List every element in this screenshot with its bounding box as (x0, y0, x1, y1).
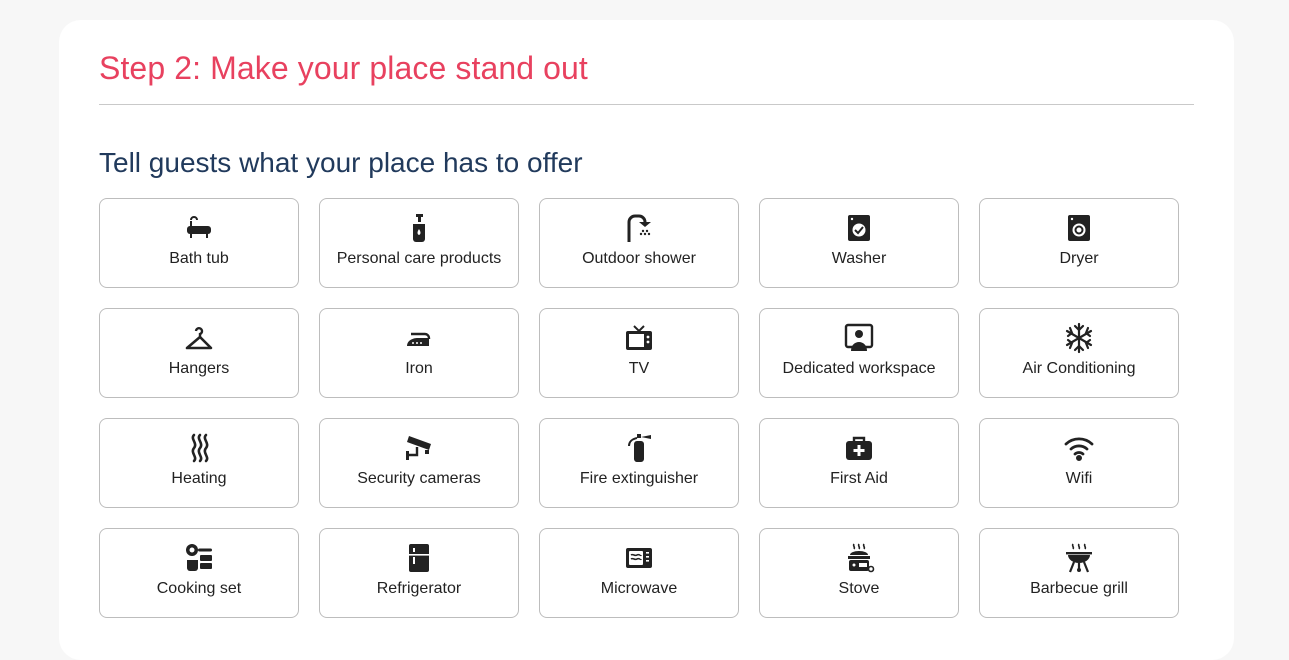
iron-icon (403, 322, 435, 354)
amenity-label: Fire extinguisher (579, 470, 699, 487)
microwave-icon (623, 542, 655, 574)
amenity-security-cameras[interactable]: Security cameras (319, 418, 519, 508)
amenity-refrigerator[interactable]: Refrigerator (319, 528, 519, 618)
wifi-icon (1063, 432, 1095, 464)
fire-extinguisher-icon (623, 432, 655, 464)
amenity-tv[interactable]: TV (539, 308, 739, 398)
cooking-set-icon (183, 542, 215, 574)
amenity-stove[interactable]: Stove (759, 528, 959, 618)
amenity-label: Barbecue grill (1030, 580, 1128, 597)
amenity-label: Iron (405, 360, 433, 377)
hanger-icon (183, 322, 215, 354)
amenity-label: First Aid (830, 470, 888, 487)
amenity-label: Bath tub (169, 250, 229, 267)
amenity-label: Stove (838, 580, 880, 597)
amenity-washer[interactable]: Washer (759, 198, 959, 288)
amenity-heating[interactable]: Heating (99, 418, 299, 508)
soap-bottle-icon (403, 212, 435, 244)
amenity-iron[interactable]: Iron (319, 308, 519, 398)
heat-waves-icon (183, 432, 215, 464)
amenity-microwave[interactable]: Microwave (539, 528, 739, 618)
security-camera-icon (403, 432, 435, 464)
amenity-label: Dryer (1059, 250, 1099, 267)
amenity-label: Heating (171, 470, 227, 487)
amenity-fire-extinguisher[interactable]: Fire extinguisher (539, 418, 739, 508)
amenity-grid: Bath tub Personal care products Outdoor … (99, 198, 1179, 618)
amenity-label: Hangers (168, 360, 230, 377)
amenity-bath-tub[interactable]: Bath tub (99, 198, 299, 288)
title-divider (99, 104, 1194, 105)
amenity-outdoor-shower[interactable]: Outdoor shower (539, 198, 739, 288)
shower-icon (623, 212, 655, 244)
dryer-icon (1063, 212, 1095, 244)
amenity-air-conditioning[interactable]: Air Conditioning (979, 308, 1179, 398)
washer-icon (843, 212, 875, 244)
amenity-wifi[interactable]: Wifi (979, 418, 1179, 508)
amenity-dedicated-workspace[interactable]: Dedicated workspace (759, 308, 959, 398)
amenity-dryer[interactable]: Dryer (979, 198, 1179, 288)
amenity-label: Air Conditioning (1022, 360, 1136, 377)
amenity-label: TV (628, 360, 650, 377)
barbecue-grill-icon (1063, 542, 1095, 574)
amenity-label: Refrigerator (376, 580, 462, 597)
amenity-label: Washer (831, 250, 887, 267)
workspace-icon (843, 322, 875, 354)
stove-icon (843, 542, 875, 574)
first-aid-kit-icon (843, 432, 875, 464)
amenity-cooking-set[interactable]: Cooking set (99, 528, 299, 618)
refrigerator-icon (403, 542, 435, 574)
amenity-label: Microwave (600, 580, 678, 597)
listing-step-card: Step 2: Make your place stand out Tell g… (59, 20, 1234, 660)
amenity-label: Wifi (1065, 470, 1093, 487)
tv-icon (623, 322, 655, 354)
section-title: Tell guests what your place has to offer (99, 147, 583, 178)
step-title: Step 2: Make your place stand out (99, 50, 588, 86)
amenity-barbecue-grill[interactable]: Barbecue grill (979, 528, 1179, 618)
amenity-label: Cooking set (156, 580, 242, 597)
bathtub-icon (183, 212, 215, 244)
amenity-first-aid[interactable]: First Aid (759, 418, 959, 508)
amenity-label: Security cameras (357, 470, 481, 487)
amenity-personal-care-products[interactable]: Personal care products (319, 198, 519, 288)
amenity-label: Dedicated workspace (782, 360, 936, 377)
snowflake-icon (1063, 322, 1095, 354)
amenity-hangers[interactable]: Hangers (99, 308, 299, 398)
amenity-label: Personal care products (336, 250, 502, 267)
amenity-label: Outdoor shower (582, 250, 696, 267)
